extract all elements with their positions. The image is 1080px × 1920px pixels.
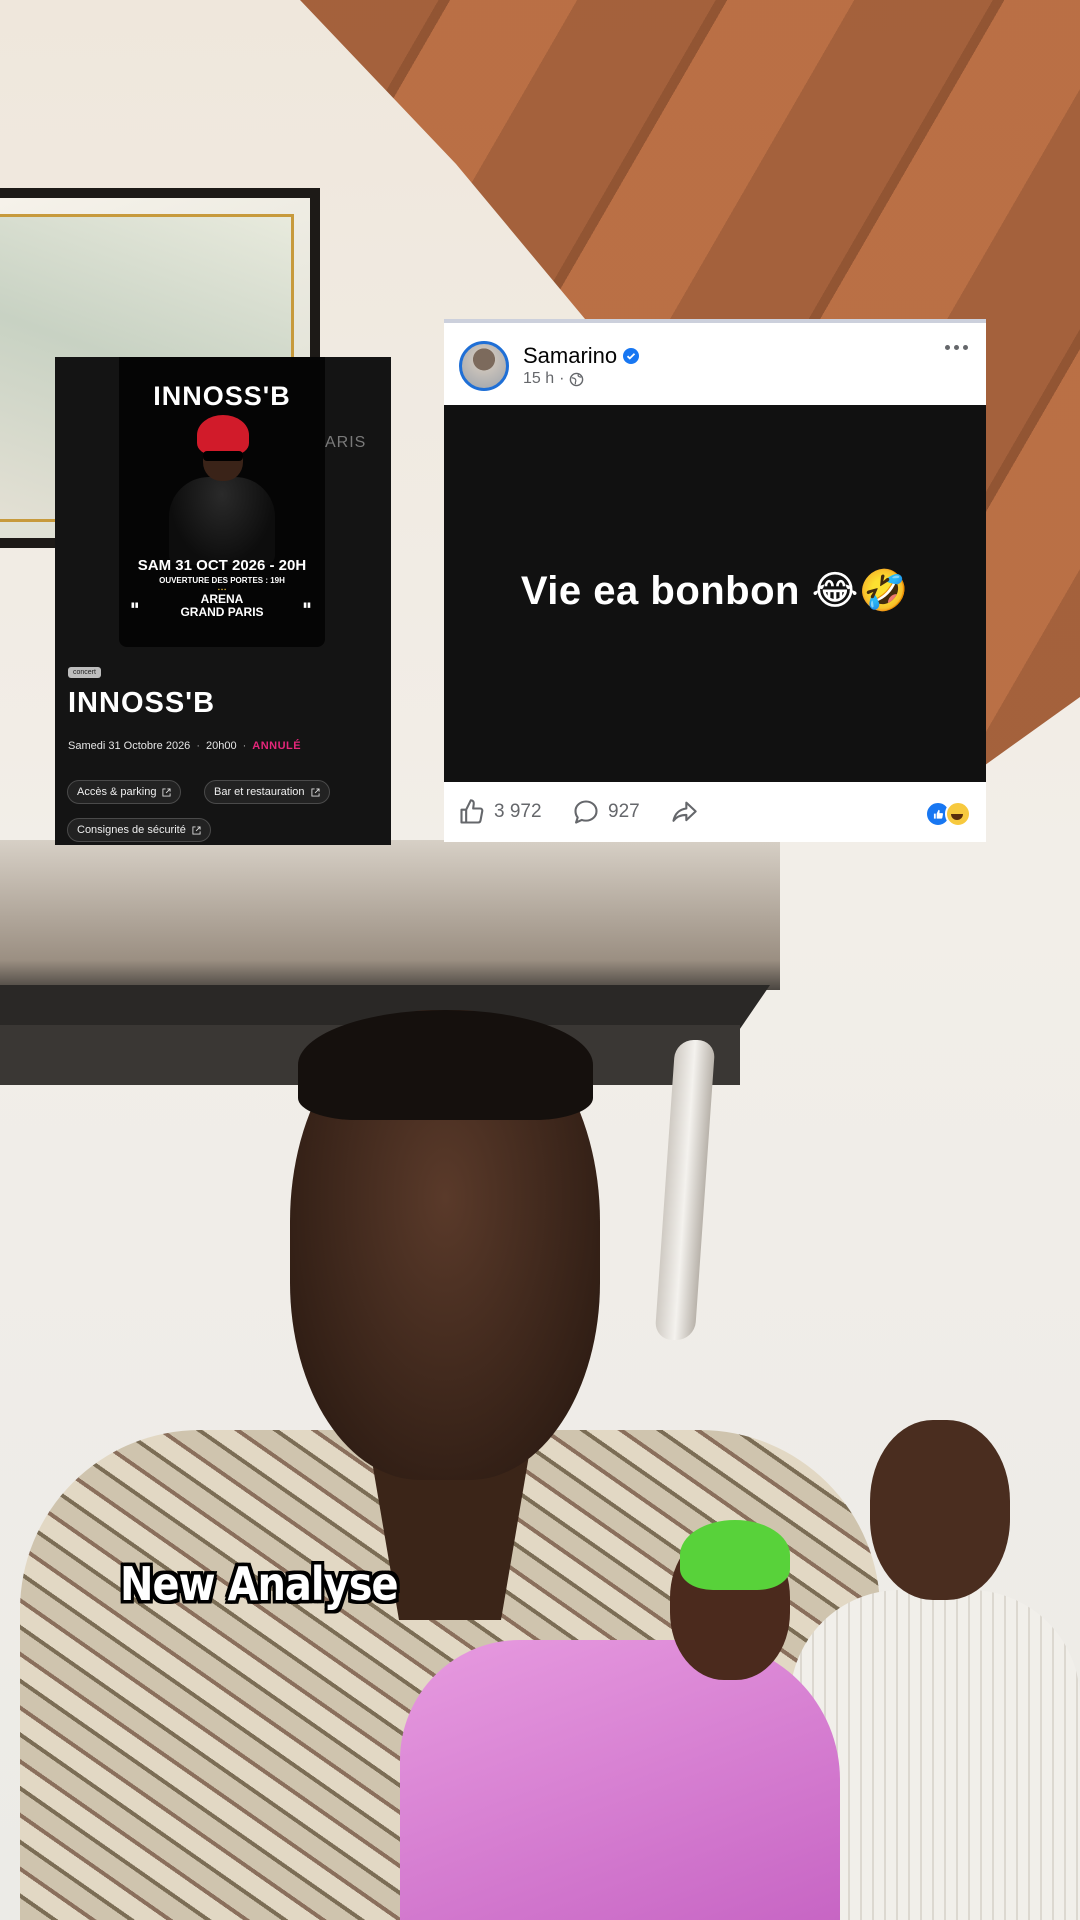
access-parking-link[interactable]: Accès & parking — [67, 780, 182, 804]
comment-icon — [574, 800, 598, 824]
video-caption: New Analyse — [120, 1558, 399, 1612]
poster-artist-hair — [197, 415, 249, 455]
globe-icon — [570, 372, 584, 386]
event-poster: INNOSS'B SAM 31 OCT 2026 - 20H OUVERTURE… — [119, 357, 325, 647]
author-name: Samarino — [523, 343, 618, 368]
verified-badge-icon — [623, 348, 640, 364]
artist-cutout-pink-jacket — [400, 1520, 840, 1920]
avatar[interactable] — [459, 341, 509, 391]
background-video-frame — [0, 0, 1080, 1920]
poster-title: INNOSS'B — [153, 381, 291, 411]
thumbs-up-icon — [460, 799, 484, 824]
shelf-items — [0, 840, 780, 990]
post-actions: 3 972 927 — [444, 782, 986, 842]
post-header: Samarino 15 h · — [444, 323, 986, 403]
separator: · — [196, 740, 200, 752]
artist-jacket — [400, 1640, 840, 1920]
bar-restauration-link[interactable]: Bar et restauration — [204, 780, 330, 804]
share-icon — [672, 801, 697, 822]
external-link-icon — [192, 825, 201, 835]
safety-instructions-link[interactable]: Consignes de sécurité — [67, 818, 211, 842]
more-options-icon[interactable] — [945, 345, 968, 350]
haha-reaction-icon — [945, 801, 971, 827]
background-venue-text: ARIS — [325, 434, 367, 451]
poster-venue-line2: GRAND PARIS — [180, 605, 264, 619]
comment-count: 927 — [608, 801, 640, 822]
separator: · — [242, 740, 247, 752]
artist-green-hair — [680, 1520, 790, 1590]
link-label: Consignes de sécurité — [77, 824, 186, 836]
share-button[interactable] — [670, 798, 698, 826]
poster-doors: OUVERTURE DES PORTES : 19H — [159, 576, 285, 585]
poster-venue: ARENA GRAND PARIS — [119, 593, 325, 619]
category-badge: concert — [68, 667, 101, 678]
event-status: ANNULÉ — [252, 740, 302, 752]
poster-artist-coat — [169, 477, 275, 565]
event-title: INNOSS'B — [68, 687, 216, 719]
social-post-card: Samarino 15 h · Vie ea bonbon 😂🤣 3 972 9… — [444, 319, 986, 842]
event-card: INNOSS'B SAM 31 OCT 2026 - 20H OUVERTURE… — [55, 357, 391, 845]
poster-date: SAM 31 OCT 2026 - 20H — [137, 557, 307, 574]
comment-button[interactable]: 927 — [572, 798, 640, 826]
poster-sponsor-logo-right: ▮▮ — [303, 602, 311, 609]
poster-artist-image — [169, 415, 275, 565]
post-text: Vie ea bonbon 😂🤣 — [520, 569, 910, 613]
like-button[interactable]: 3 972 — [458, 798, 542, 826]
event-time: 20h00 — [205, 740, 237, 752]
poster-sponsor-logo-left: ▮▮ — [131, 602, 139, 609]
link-label: Accès & parking — [77, 786, 157, 798]
reaction-summary[interactable] — [925, 801, 971, 827]
event-date: Samedi 31 Octobre 2026 — [68, 740, 191, 752]
external-link-icon — [162, 787, 172, 797]
like-count: 3 972 — [494, 801, 542, 822]
poster-artist-glasses — [203, 451, 243, 461]
post-time: 15 h — [523, 370, 555, 387]
external-link-icon — [310, 787, 320, 797]
presenter-hair — [298, 1010, 593, 1120]
post-text-background: Vie ea bonbon 😂🤣 — [444, 405, 986, 782]
link-label: Bar et restauration — [214, 786, 305, 798]
artist-head — [870, 1420, 1010, 1600]
separator: · — [559, 370, 565, 387]
post-author[interactable]: Samarino — [523, 343, 640, 369]
event-meta: Samedi 31 Octobre 2026 · 20h00 · ANNULÉ — [68, 740, 301, 752]
post-timestamp[interactable]: 15 h · — [523, 370, 584, 388]
